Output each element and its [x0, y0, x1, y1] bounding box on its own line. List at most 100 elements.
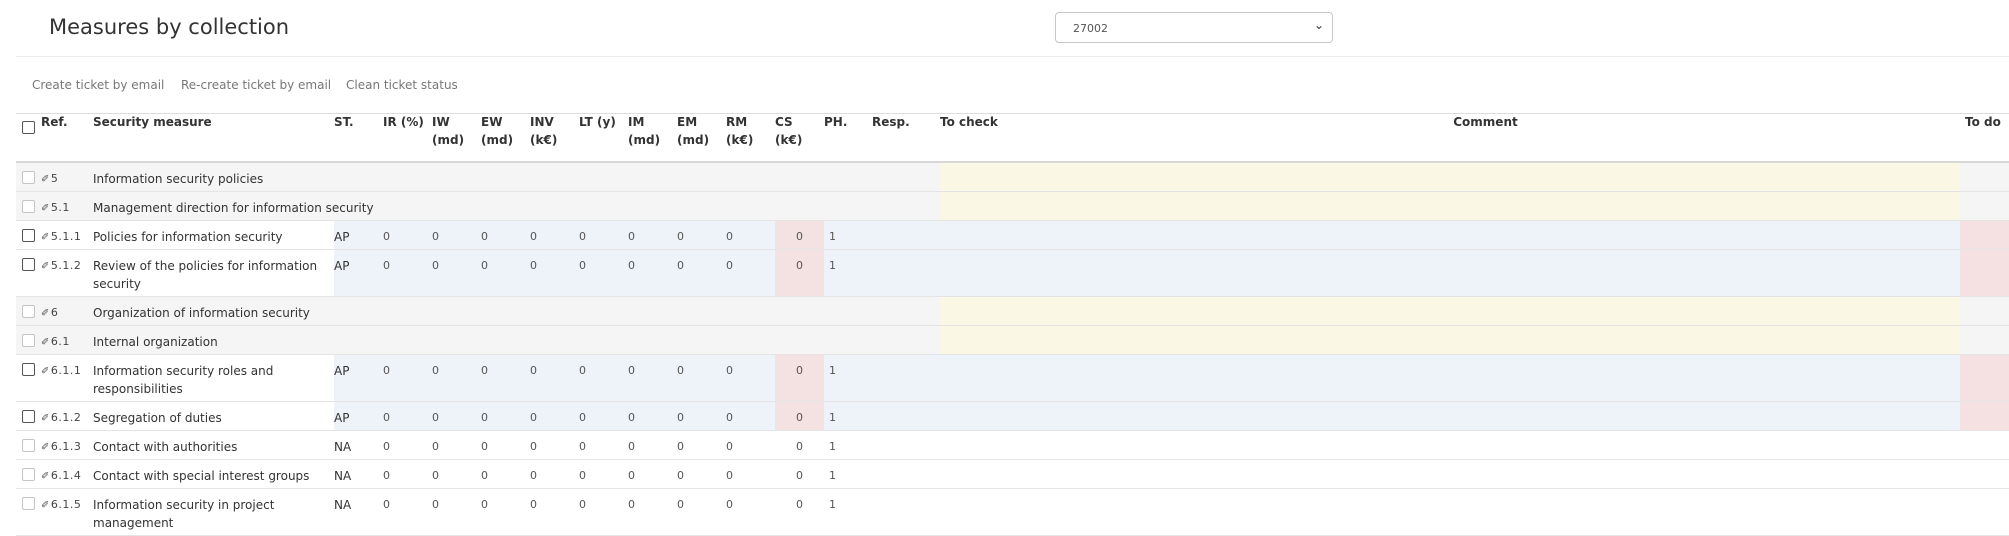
ref-cell[interactable]: ✐6.1: [41, 325, 93, 355]
to-check-cell[interactable]: [940, 430, 1011, 460]
to-check-cell[interactable]: [940, 296, 1011, 326]
em-cell[interactable]: 0: [677, 220, 726, 250]
col-em[interactable]: EM (md): [677, 113, 726, 163]
phase-cell[interactable]: 1: [824, 249, 872, 297]
to-do-cell[interactable]: [1960, 488, 2009, 536]
responsible-cell[interactable]: [872, 249, 940, 297]
to-check-cell[interactable]: [940, 191, 1011, 221]
ref-cell[interactable]: ✐6.1.3: [41, 430, 93, 460]
comment-cell[interactable]: [1011, 296, 1960, 326]
ir-cell[interactable]: 0: [383, 354, 432, 402]
phase-cell[interactable]: 1: [824, 459, 872, 489]
col-responsible[interactable]: Resp.: [872, 113, 940, 163]
comment-cell[interactable]: [1011, 354, 1960, 402]
pen-edit-icon[interactable]: ✐: [41, 232, 50, 243]
comment-cell[interactable]: [1011, 401, 1960, 431]
iw-cell[interactable]: 0: [432, 220, 481, 250]
col-comment[interactable]: Comment: [1011, 113, 1960, 163]
to-do-cell[interactable]: [1960, 249, 2009, 297]
to-do-cell[interactable]: [1960, 191, 2009, 221]
inv-cell[interactable]: 0: [530, 488, 579, 536]
col-to-check[interactable]: To check: [940, 113, 1011, 163]
em-cell[interactable]: 0: [677, 459, 726, 489]
col-security-measure[interactable]: Security measure: [93, 113, 334, 163]
col-status[interactable]: ST.: [334, 113, 383, 163]
ir-cell[interactable]: 0: [383, 459, 432, 489]
im-cell[interactable]: 0: [628, 354, 677, 402]
rm-cell[interactable]: 0: [726, 459, 775, 489]
row-checkbox[interactable]: [22, 363, 35, 376]
pen-edit-icon[interactable]: ✐: [41, 203, 50, 214]
status-cell[interactable]: AP: [334, 354, 383, 402]
pen-edit-icon[interactable]: ✐: [41, 366, 50, 377]
pen-edit-icon[interactable]: ✐: [41, 337, 50, 348]
comment-cell[interactable]: [1011, 459, 1960, 489]
im-cell[interactable]: 0: [628, 430, 677, 460]
col-lt[interactable]: LT (y): [579, 113, 628, 163]
comment-cell[interactable]: [1011, 325, 1960, 355]
responsible-cell[interactable]: [872, 220, 940, 250]
table-row[interactable]: ✐6 Organization of information security: [16, 296, 2009, 326]
inv-cell[interactable]: 0: [530, 220, 579, 250]
im-cell[interactable]: 0: [628, 459, 677, 489]
lt-cell[interactable]: 0: [579, 401, 628, 431]
iw-cell[interactable]: 0: [432, 430, 481, 460]
col-im[interactable]: IM (md): [628, 113, 677, 163]
pen-edit-icon[interactable]: ✐: [41, 471, 50, 482]
row-checkbox[interactable]: [22, 258, 35, 271]
ir-cell[interactable]: 0: [383, 488, 432, 536]
ew-cell[interactable]: 0: [481, 354, 530, 402]
to-do-cell[interactable]: [1960, 401, 2009, 431]
ref-cell[interactable]: ✐5.1.2: [41, 249, 93, 297]
comment-cell[interactable]: [1011, 162, 1960, 192]
table-row[interactable]: ✐6.1.5 Information security in project m…: [16, 488, 2009, 536]
to-do-cell[interactable]: [1960, 296, 2009, 326]
responsible-cell[interactable]: [872, 430, 940, 460]
to-do-cell[interactable]: [1960, 220, 2009, 250]
pen-edit-icon[interactable]: ✐: [41, 442, 50, 453]
lt-cell[interactable]: 0: [579, 220, 628, 250]
to-do-cell[interactable]: [1960, 354, 2009, 402]
table-row[interactable]: ✐6.1.3 Contact with authorities NA 0 0 0…: [16, 430, 2009, 460]
responsible-cell[interactable]: [872, 354, 940, 402]
iw-cell[interactable]: 0: [432, 488, 481, 536]
lt-cell[interactable]: 0: [579, 249, 628, 297]
im-cell[interactable]: 0: [628, 249, 677, 297]
ew-cell[interactable]: 0: [481, 488, 530, 536]
col-rm[interactable]: RM (k€): [726, 113, 775, 163]
inv-cell[interactable]: 0: [530, 401, 579, 431]
em-cell[interactable]: 0: [677, 488, 726, 536]
em-cell[interactable]: 0: [677, 430, 726, 460]
rm-cell[interactable]: 0: [726, 401, 775, 431]
to-check-cell[interactable]: [940, 325, 1011, 355]
phase-cell[interactable]: 1: [824, 220, 872, 250]
status-cell[interactable]: AP: [334, 249, 383, 297]
create-ticket-button[interactable]: Create ticket by email: [32, 78, 164, 92]
ref-cell[interactable]: ✐6.1.2: [41, 401, 93, 431]
col-ir[interactable]: IR (%): [383, 113, 432, 163]
table-row[interactable]: ✐6.1.4 Contact with special interest gro…: [16, 459, 2009, 489]
iw-cell[interactable]: 0: [432, 249, 481, 297]
pen-edit-icon[interactable]: ✐: [41, 500, 50, 511]
col-iw[interactable]: IW (md): [432, 113, 481, 163]
iw-cell[interactable]: 0: [432, 459, 481, 489]
status-cell[interactable]: AP: [334, 220, 383, 250]
to-check-cell[interactable]: [940, 162, 1011, 192]
ir-cell[interactable]: 0: [383, 401, 432, 431]
em-cell[interactable]: 0: [677, 249, 726, 297]
status-cell[interactable]: NA: [334, 488, 383, 536]
im-cell[interactable]: 0: [628, 401, 677, 431]
col-to-do[interactable]: To do: [1960, 113, 2009, 163]
select-all-checkbox[interactable]: [22, 121, 35, 134]
table-row[interactable]: ✐6.1 Internal organization: [16, 325, 2009, 355]
ref-cell[interactable]: ✐6.1.4: [41, 459, 93, 489]
to-do-cell[interactable]: [1960, 325, 2009, 355]
ew-cell[interactable]: 0: [481, 459, 530, 489]
im-cell[interactable]: 0: [628, 488, 677, 536]
ref-cell[interactable]: ✐5: [41, 162, 93, 192]
inv-cell[interactable]: 0: [530, 430, 579, 460]
lt-cell[interactable]: 0: [579, 430, 628, 460]
ir-cell[interactable]: 0: [383, 220, 432, 250]
inv-cell[interactable]: 0: [530, 249, 579, 297]
table-row[interactable]: ✐6.1.2 Segregation of duties AP 0 0 0 0 …: [16, 401, 2009, 431]
